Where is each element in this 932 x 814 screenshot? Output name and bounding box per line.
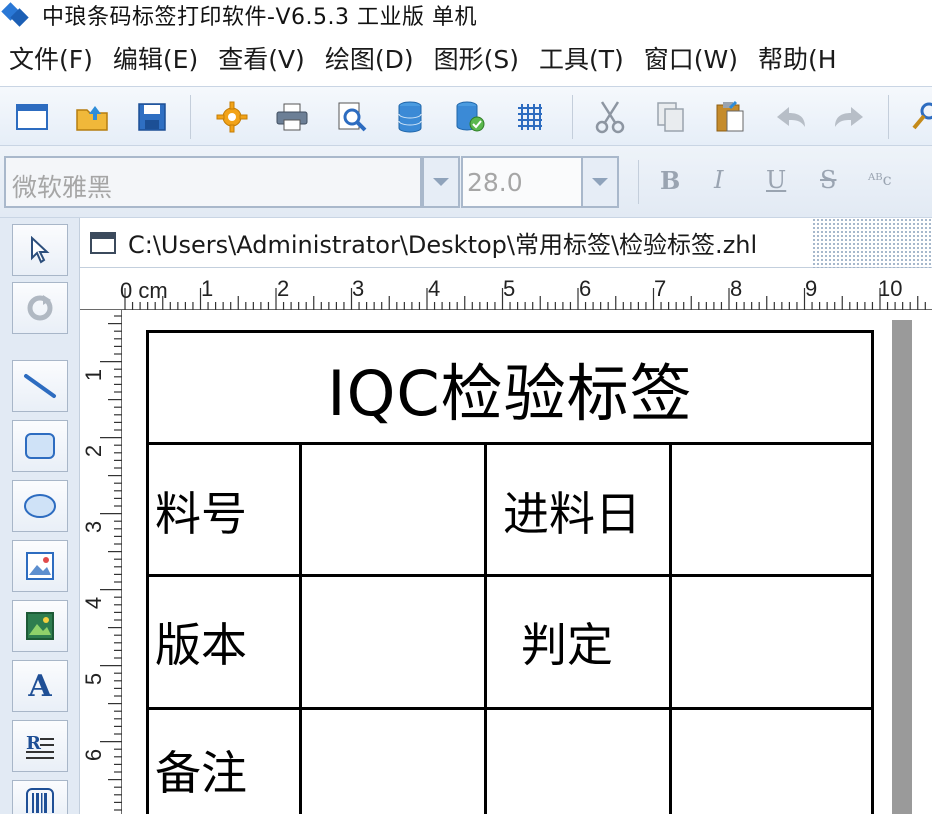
ellipse-tool-icon[interactable] xyxy=(12,480,68,532)
canvas-edge xyxy=(892,310,932,814)
title-bar: 中琅条码标签打印软件-V6.5.3 工业版 单机 xyxy=(0,0,932,30)
search-icon[interactable] xyxy=(904,97,932,137)
label-cell-incoming-date[interactable]: 进料日 xyxy=(503,448,641,574)
ruler-top-label: 2 xyxy=(277,276,290,301)
iqc-label[interactable]: IQC检验标签 料号 进料日 版本 判定 备注 xyxy=(146,330,874,814)
menu-window[interactable]: 窗口(W) xyxy=(635,40,749,76)
letter-spacing-button[interactable]: ᴬᴮc xyxy=(868,170,892,189)
table-row-divider xyxy=(149,707,871,710)
toolbar-separator xyxy=(888,95,889,139)
barcode-tool-icon[interactable] xyxy=(12,780,68,814)
bold-button[interactable]: B xyxy=(660,166,680,195)
menu-edit[interactable]: 编辑(E) xyxy=(104,40,209,76)
vertical-scrollbar[interactable] xyxy=(892,320,912,814)
menu-tools[interactable]: 工具(T) xyxy=(530,40,635,76)
design-canvas[interactable]: 0 cm 1 2 3 4 5 6 7 8 9 10 1 2 3 4 5 6 IQ… xyxy=(80,268,932,814)
cut-icon[interactable] xyxy=(590,97,630,137)
format-toolbar: 微软雅黑 28.0 B I U S ᴬᴮc xyxy=(0,146,932,218)
italic-button[interactable]: I xyxy=(714,166,723,194)
ruler-top-label: 1 xyxy=(201,276,214,301)
font-family-dropdown-icon[interactable] xyxy=(422,156,460,208)
ruler-top-label: 3 xyxy=(352,276,365,301)
label-cell-remarks[interactable]: 备注 xyxy=(155,710,247,814)
paste-icon[interactable] xyxy=(710,97,750,137)
toolbar-separator xyxy=(638,160,639,204)
menu-file[interactable]: 文件(F) xyxy=(0,40,104,76)
picture-tool-icon[interactable] xyxy=(12,600,68,652)
ruler-top-label: 4 xyxy=(428,276,441,301)
database-icon[interactable] xyxy=(390,97,430,137)
menu-bar: 文件(F) 编辑(E) 查看(V) 绘图(D) 图形(S) 工具(T) 窗口(W… xyxy=(0,30,932,86)
ruler-top-label: 6 xyxy=(579,276,592,301)
toolbar-separator xyxy=(190,95,191,139)
text-tool-icon[interactable]: A xyxy=(12,660,68,712)
label-cell-version[interactable]: 版本 xyxy=(155,577,247,707)
font-family-select[interactable]: 微软雅黑 xyxy=(4,156,422,208)
menu-draw[interactable]: 绘图(D) xyxy=(316,40,425,76)
drawing-tools-panel: A R xyxy=(0,218,80,814)
ruler-top-label: 7 xyxy=(654,276,667,301)
table-column-divider xyxy=(669,445,672,814)
save-icon[interactable] xyxy=(132,97,172,137)
rotate-icon[interactable] xyxy=(12,282,68,334)
rectangle-tool-icon[interactable] xyxy=(12,420,68,472)
ruler-top-label: 9 xyxy=(805,276,818,301)
app-logo-icon xyxy=(1,2,32,28)
line-tool-icon[interactable] xyxy=(12,360,68,412)
multiline-text-tool-icon[interactable]: R xyxy=(12,720,68,772)
vertical-ruler: 1 2 3 4 5 6 xyxy=(80,310,122,814)
table-row-divider xyxy=(149,574,871,577)
window-title: 中琅条码标签打印软件-V6.5.3 工业版 单机 xyxy=(42,5,477,30)
document-path: C:\Users\Administrator\Desktop\常用标签\检验标签… xyxy=(128,231,758,259)
grid-icon[interactable] xyxy=(510,97,550,137)
ruler-left-label: 5 xyxy=(81,672,107,686)
label-title[interactable]: IQC检验标签 xyxy=(149,333,871,445)
font-size-dropdown-icon[interactable] xyxy=(581,156,619,208)
ruler-top-label: 10 xyxy=(878,276,903,301)
tab-strip-filler xyxy=(812,218,932,268)
label-cell-part-number[interactable]: 料号 xyxy=(155,448,247,574)
document-tab[interactable]: C:\Users\Administrator\Desktop\常用标签\检验标签… xyxy=(80,218,932,268)
copy-icon[interactable] xyxy=(650,97,690,137)
menu-help[interactable]: 帮助(H xyxy=(749,40,848,76)
strikethrough-button[interactable]: S xyxy=(820,166,836,194)
redo-icon[interactable] xyxy=(830,97,870,137)
horizontal-ruler: 0 cm 1 2 3 4 5 6 7 8 9 10 xyxy=(80,268,932,310)
new-icon[interactable] xyxy=(12,97,52,137)
ruler-left-label: 3 xyxy=(81,520,107,534)
table-column-divider xyxy=(484,445,487,814)
toolbar-separator xyxy=(572,95,573,139)
underline-button[interactable]: U xyxy=(766,166,786,194)
document-window-icon xyxy=(90,231,116,254)
ruler-left-label: 1 xyxy=(81,368,107,382)
main-toolbar xyxy=(0,86,932,146)
menu-shape[interactable]: 图形(S) xyxy=(425,40,530,76)
ruler-unit: 0 cm xyxy=(120,278,168,303)
select-pointer-icon[interactable] xyxy=(12,224,68,276)
label-cell-judgement[interactable]: 判定 xyxy=(521,577,613,707)
menu-view[interactable]: 查看(V) xyxy=(209,40,316,76)
ruler-left-label: 6 xyxy=(81,748,107,762)
font-size-select[interactable]: 28.0 xyxy=(461,156,583,208)
settings-icon[interactable] xyxy=(212,97,252,137)
print-preview-icon[interactable] xyxy=(332,97,372,137)
open-icon[interactable] xyxy=(72,97,112,137)
ruler-left-label: 2 xyxy=(81,444,107,458)
ruler-top-label: 8 xyxy=(730,276,743,301)
ruler-left-label: 4 xyxy=(81,596,107,610)
table-column-divider xyxy=(299,445,302,814)
database-setup-icon[interactable] xyxy=(450,97,490,137)
svg-text:R: R xyxy=(26,733,42,754)
undo-icon[interactable] xyxy=(770,97,810,137)
print-icon[interactable] xyxy=(272,97,312,137)
ruler-top-label: 5 xyxy=(503,276,516,301)
image-tool-icon[interactable] xyxy=(12,540,68,592)
